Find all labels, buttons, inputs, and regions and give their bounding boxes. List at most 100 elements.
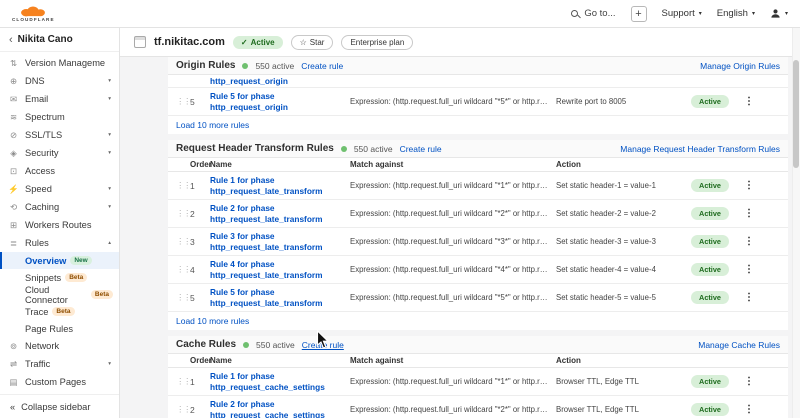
account-selector[interactable]: ‹ Nikita Cano [0, 28, 119, 52]
sidebar-item-version-management[interactable]: ⇅ Version Management [0, 54, 119, 72]
sidebar-item-trace[interactable]: Trace Beta [0, 303, 119, 320]
active-count: 550 active [256, 340, 295, 350]
global-search[interactable]: Go to... [571, 8, 615, 19]
beta-badge: Beta [52, 307, 74, 316]
kebab-menu-icon[interactable]: ⋮ [734, 236, 764, 247]
action-column-header: Action [556, 356, 686, 365]
sidebar-item-dns[interactable]: ⊕ DNS ▾ [0, 72, 119, 90]
sidebar-item-email[interactable]: ✉ Email ▾ [0, 90, 119, 108]
rule-action: Set static header-5 = value-5 [556, 293, 686, 302]
create-rule-link[interactable]: Create rule [400, 144, 442, 154]
sidebar-item-access[interactable]: ⊡ Access [0, 162, 119, 180]
sidebar-item-page-rules[interactable]: Page Rules [0, 320, 119, 337]
chevron-icon: ▾ [108, 78, 111, 84]
create-rule-link[interactable]: Create rule [301, 61, 343, 71]
status-badge: Active [691, 375, 729, 388]
section-title: Cache Rules [176, 339, 236, 350]
sidebar-item-snippets[interactable]: Snippets Beta [0, 269, 119, 286]
rule-action: Browser TTL, Edge TTL [556, 377, 686, 386]
chevron-icon: ▾ [108, 186, 111, 192]
chevron-up-icon: ▴ [108, 240, 111, 246]
manage-cache-rules-link[interactable]: Manage Cache Rules [698, 340, 780, 350]
load-more-link[interactable]: Load 10 more rules [176, 316, 249, 326]
rule-order: 1 [190, 377, 210, 387]
rule-expression: Expression: (http.request.full_uri wildc… [350, 293, 556, 302]
sidebar-item-traffic[interactable]: ⇌ Traffic ▾ [0, 355, 119, 373]
sidebar-item-network[interactable]: ⊚ Network [0, 337, 119, 355]
beta-badge: Beta [91, 290, 113, 299]
manage-transform-rules-link[interactable]: Manage Request Header Transform Rules [620, 144, 780, 154]
name-column-header: Name [210, 356, 350, 365]
site-domain[interactable]: tf.nikitac.com [154, 36, 225, 48]
order-column-header: Order [190, 356, 210, 365]
drag-handle-icon[interactable]: ⋮⋮ [176, 180, 190, 191]
transform-rules-section: Request Header Transform Rules 550 activ… [168, 140, 788, 330]
rules-content: Origin Rules 550 active Create rule Mana… [120, 57, 800, 418]
clipped-rule-row[interactable]: http_request_origin [168, 75, 788, 88]
support-menu[interactable]: Support ▾ [662, 8, 702, 19]
manage-origin-rules-link[interactable]: Manage Origin Rules [700, 61, 780, 71]
sidebar-item-cloud-connector[interactable]: Cloud Connector Beta [0, 286, 119, 303]
rule-name-link[interactable]: Rule 2 for phase http_request_cache_sett… [210, 399, 350, 418]
user-icon [770, 8, 781, 19]
sidebar-item-spectrum[interactable]: ≋ Spectrum [0, 108, 119, 126]
active-count: 550 active [255, 61, 294, 71]
rule-action: Set static header-1 = value-1 [556, 181, 686, 190]
top-bar: CLOUDFLARE Go to... + Support ▾ English … [0, 0, 800, 28]
rule-name-link[interactable]: Rule 5 for phase http_request_late_trans… [210, 287, 350, 308]
kebab-menu-icon[interactable]: ⋮ [734, 264, 764, 275]
drag-handle-icon[interactable]: ⋮⋮ [176, 208, 190, 219]
rule-expression: Expression: (http.request.full_uri wildc… [350, 181, 556, 190]
rule-row: ⋮⋮ 4 Rule 4 for phase http_request_late_… [168, 256, 788, 284]
rule-name-link[interactable]: Rule 2 for phase http_request_late_trans… [210, 203, 350, 224]
drag-handle-icon[interactable]: ⋮⋮ [176, 404, 190, 415]
shield-icon: ◈ [8, 148, 19, 159]
account-menu[interactable]: ▾ [770, 8, 788, 19]
rule-name-link[interactable]: Rule 5 for phase http_request_origin [210, 91, 350, 112]
drag-handle-icon[interactable]: ⋮⋮ [176, 236, 190, 247]
version-management-icon: ⇅ [8, 58, 19, 69]
search-icon [571, 10, 578, 17]
dns-icon: ⊕ [8, 76, 19, 87]
kebab-menu-icon[interactable]: ⋮ [734, 180, 764, 191]
rule-action: Browser TTL, Edge TTL [556, 405, 686, 414]
kebab-menu-icon[interactable]: ⋮ [734, 96, 764, 107]
kebab-menu-icon[interactable]: ⋮ [734, 376, 764, 387]
kebab-menu-icon[interactable]: ⋮ [734, 292, 764, 303]
language-menu[interactable]: English ▾ [717, 8, 755, 19]
load-more-link[interactable]: Load 10 more rules [176, 120, 249, 130]
sidebar-item-security[interactable]: ◈ Security ▾ [0, 144, 119, 162]
drag-handle-icon[interactable]: ⋮⋮ [176, 376, 190, 387]
rule-name-link[interactable]: Rule 1 for phase http_request_cache_sett… [210, 371, 350, 392]
site-icon [134, 36, 146, 48]
drag-handle-icon[interactable]: ⋮⋮ [176, 96, 190, 107]
add-site-button[interactable]: + [631, 6, 647, 22]
cloudflare-logo[interactable]: CLOUDFLARE [12, 5, 55, 23]
kebab-menu-icon[interactable]: ⋮ [734, 208, 764, 219]
rules-icon: ≣ [8, 238, 19, 249]
sidebar-item-workers-routes[interactable]: ⊞ Workers Routes [0, 216, 119, 234]
rule-name-link[interactable]: Rule 3 for phase http_request_late_trans… [210, 231, 350, 252]
sidebar-item-ssl-tls[interactable]: ⊘ SSL/TLS ▾ [0, 126, 119, 144]
sidebar-item-custom-pages[interactable]: ▤ Custom Pages [0, 373, 119, 391]
scrollbar-thumb[interactable] [793, 60, 799, 168]
rule-name-link[interactable]: Rule 1 for phase http_request_late_trans… [210, 175, 350, 196]
rule-order: 2 [190, 209, 210, 219]
collapse-sidebar-button[interactable]: « Collapse sidebar [0, 394, 119, 418]
sidebar-item-speed[interactable]: ⚡ Speed ▾ [0, 180, 119, 198]
rule-name-link[interactable]: Rule 4 for phase http_request_late_trans… [210, 259, 350, 280]
drag-handle-icon[interactable]: ⋮⋮ [176, 264, 190, 275]
sidebar-item-caching[interactable]: ⟲ Caching ▾ [0, 198, 119, 216]
drag-handle-icon[interactable]: ⋮⋮ [176, 292, 190, 303]
sidebar-item-overview[interactable]: Overview New [0, 252, 119, 269]
rule-row: ⋮⋮ 1 Rule 1 for phase http_request_cache… [168, 368, 788, 396]
cache-rules-section: Cache Rules 550 active Create rule Manag… [168, 336, 788, 418]
star-button[interactable]: ☆ Star [291, 35, 334, 50]
spectrum-icon: ≋ [8, 112, 19, 123]
kebab-menu-icon[interactable]: ⋮ [734, 404, 764, 415]
speed-icon: ⚡ [8, 184, 19, 195]
create-rule-link[interactable]: Create rule [302, 340, 344, 350]
vertical-scrollbar[interactable] [792, 28, 800, 418]
sidebar-item-rules[interactable]: ≣ Rules ▴ [0, 234, 119, 252]
workers-icon: ⊞ [8, 220, 19, 231]
